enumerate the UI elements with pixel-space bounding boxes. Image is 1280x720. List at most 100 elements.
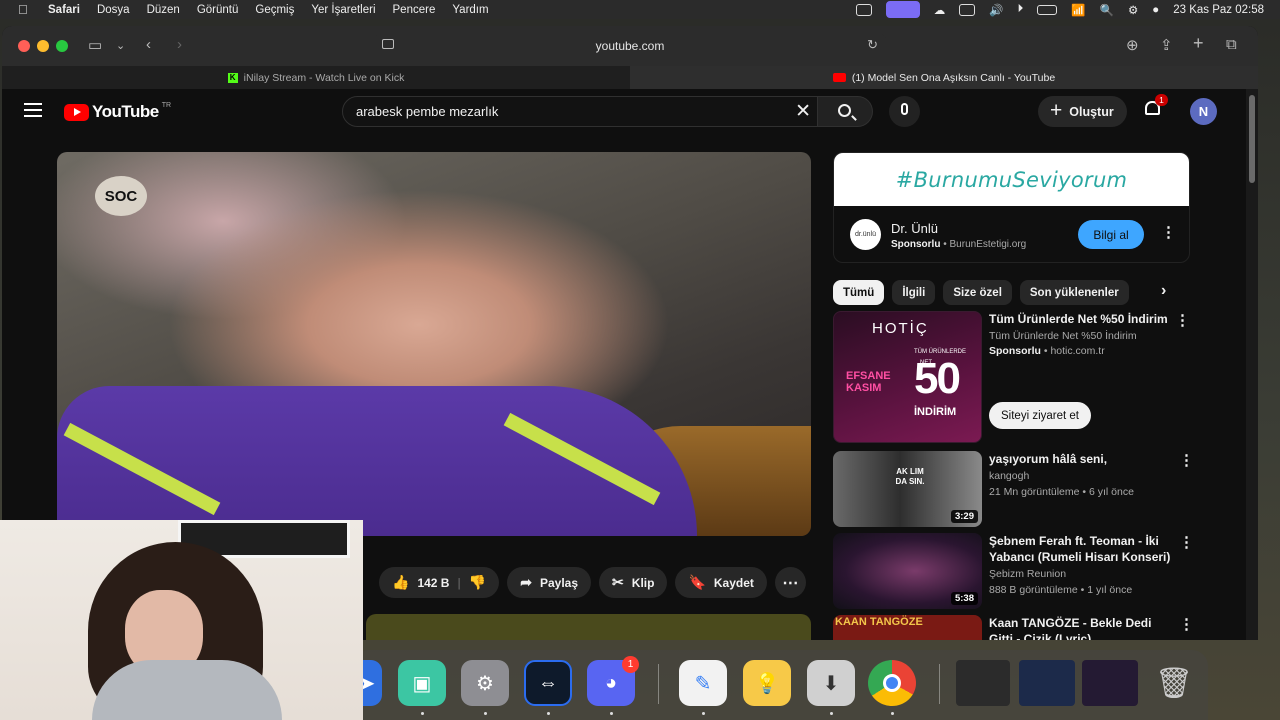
tab-kick[interactable]: K iNilay Stream - Watch Live on Kick (2, 66, 630, 89)
menu-bookmarks[interactable]: Yer İşaretleri (311, 4, 375, 16)
search-button[interactable] (818, 96, 873, 127)
siri-icon[interactable]: ● (1152, 4, 1159, 16)
avatar[interactable]: N (1190, 98, 1217, 125)
list-item[interactable]: KAAN TANGÖZE Kaan TANGÖZE - Bekle Dedi G… (833, 615, 1194, 640)
site-settings-icon[interactable] (382, 39, 394, 49)
channel-name[interactable]: Şebizm Reunion (989, 568, 1066, 580)
minimized-window-thumbnail[interactable] (1019, 660, 1075, 706)
video-title[interactable]: Şebnem Ferah ft. Teoman - İki Yabancı (R… (989, 533, 1177, 565)
learn-more-button[interactable]: Bilgi al (1078, 220, 1144, 249)
list-item[interactable]: AK LIM DA SIN. 3:29 yaşıyorum hâlâ seni,… (833, 451, 1194, 531)
lightbulb-icon[interactable]: 💡 (743, 660, 791, 706)
menu-view[interactable]: Görüntü (197, 4, 239, 16)
clear-search-icon[interactable]: ✕ (795, 100, 811, 123)
share-arrow-icon: ➦ (520, 574, 532, 590)
menu-file[interactable]: Dosya (97, 4, 130, 16)
close-window-button[interactable] (18, 40, 30, 52)
control-center-icon[interactable]: ⚙ (1128, 3, 1138, 17)
minimized-window-thumbnail[interactable] (956, 660, 1010, 706)
chevron-right-icon[interactable]: › (1161, 282, 1166, 300)
installer-icon[interactable]: ⬇ (807, 660, 855, 706)
dock-app-icon[interactable]: ▣ (398, 660, 446, 706)
window-icon[interactable] (855, 3, 872, 16)
ad-banner[interactable]: #BurnumuSeviyorum (834, 153, 1189, 206)
screen-share-icon[interactable] (885, 1, 920, 18)
clip-button[interactable]: ✂ Klip (599, 567, 668, 598)
zoom-window-button[interactable] (56, 40, 68, 52)
tab-youtube[interactable]: (1) Model Sen Ona Aşıksın Canlı - YouTub… (630, 66, 1258, 89)
menu-help[interactable]: Yardım (452, 4, 488, 16)
save-button[interactable]: 🔖 Kaydet (675, 567, 767, 598)
menu-edit[interactable]: Düzen (147, 4, 180, 16)
chevron-down-icon[interactable]: ⌄ (116, 39, 125, 52)
more-options-icon[interactable]: ⋮ (1179, 453, 1194, 468)
minimize-window-button[interactable] (37, 40, 49, 52)
desktop:  Safari Dosya Düzen Görüntü Geçmiş Yer … (0, 0, 1280, 720)
menubar-clock[interactable]: 23 Kas Paz 02:58 (1173, 4, 1264, 16)
menu-history[interactable]: Geçmiş (255, 4, 294, 16)
discord-icon[interactable]: ◕ 1 (587, 656, 639, 706)
voice-search-button[interactable] (889, 96, 920, 127)
tab-overview-icon[interactable]: ⧉ (1226, 36, 1237, 53)
system-settings-icon[interactable]: ⚙ (461, 660, 509, 706)
related-chips: Tümü İlgili Size özel Son yüklenenler (833, 280, 1129, 305)
wifi-icon[interactable]: 📶 (1071, 3, 1085, 17)
channel-watermark: SOC (95, 176, 147, 216)
channel-name[interactable]: kangogh (989, 470, 1029, 482)
more-options-icon[interactable]: ⋮ (1179, 617, 1194, 632)
list-item[interactable]: HOTİÇ EFSANE KASIM TÜM ÜRÜNLERDE NET 50 … (833, 311, 1193, 446)
battery-icon[interactable] (1037, 4, 1058, 15)
play-icon[interactable]: ⏵ (1018, 3, 1024, 16)
chip-for-you[interactable]: Size özel (943, 280, 1012, 305)
chip-recently-uploaded[interactable]: Son yüklenenler (1019, 280, 1129, 305)
keynote-icon[interactable]: ✎ (679, 660, 727, 706)
video-title[interactable]: Kaan TANGÖZE - Bekle Dedi Gitti - Cizik … (989, 615, 1177, 640)
create-button[interactable]: + Oluştur (1038, 96, 1127, 127)
like-button[interactable]: 👍 142 B | 👎 (379, 567, 500, 598)
menu-app-name[interactable]: Safari (48, 4, 80, 16)
reload-icon[interactable]: ↻ (867, 37, 878, 53)
new-tab-icon[interactable]: + (1193, 33, 1204, 54)
more-actions-button[interactable]: ⋯ (774, 567, 806, 598)
chrome-icon[interactable] (868, 660, 916, 706)
spotlight-icon[interactable]: 🔍 (1100, 3, 1114, 17)
thumbs-down-icon[interactable]: 👎 (469, 574, 486, 591)
download-icon[interactable]: ⊕ (1126, 36, 1139, 54)
page-scrollbar[interactable] (1246, 89, 1258, 640)
chrome-center-icon (883, 674, 901, 692)
video-thumbnail[interactable]: KAAN TANGÖZE (833, 615, 982, 640)
youtube-logo[interactable]: YouTube TR (64, 102, 171, 122)
cloud-icon[interactable]: ☁ (934, 3, 946, 17)
sidebar-icon[interactable]: ▭ (88, 36, 102, 54)
more-options-icon[interactable]: ⋮ (1175, 313, 1190, 328)
video-title[interactable]: Tüm Ürünlerde Net %50 İndirim (989, 311, 1177, 327)
more-options-icon[interactable]: ⋮ (1179, 535, 1194, 550)
volume-icon[interactable]: 🔊 (989, 3, 1003, 17)
video-player[interactable]: SOC (57, 152, 811, 536)
apple-icon[interactable]:  (18, 2, 34, 17)
chip-related[interactable]: İlgili (892, 280, 936, 305)
notifications-button[interactable]: 1 (1144, 94, 1168, 118)
display-icon[interactable] (959, 3, 976, 16)
minimized-window-thumbnail[interactable] (1082, 660, 1138, 706)
video-title[interactable]: yaşıyorum hâlâ seni, (989, 451, 1177, 467)
chip-all[interactable]: Tümü (833, 280, 885, 305)
search-input[interactable]: arabesk pembe mezarlık ✕ (342, 96, 818, 127)
ad-options-icon[interactable]: ⋮ (1161, 225, 1176, 240)
sponsored-ad-card[interactable]: #BurnumuSeviyorum dr.ünlü Dr. Ünlü Spons… (833, 152, 1190, 263)
video-thumbnail[interactable]: 5:38 (833, 533, 982, 609)
scrollbar-thumb[interactable] (1249, 95, 1255, 183)
video-thumbnail[interactable]: HOTİÇ EFSANE KASIM TÜM ÜRÜNLERDE NET 50 … (833, 311, 982, 443)
trash-icon[interactable]: 🗑 (1150, 660, 1198, 706)
forward-icon[interactable]: › (177, 36, 182, 53)
video-thumbnail[interactable]: AK LIM DA SIN. 3:29 (833, 451, 982, 527)
share-button[interactable]: ➦ Paylaş (507, 567, 592, 598)
teamviewer-icon[interactable]: ⇔ (524, 660, 572, 706)
share-icon[interactable]: ⇪ (1160, 36, 1173, 54)
list-item[interactable]: 5:38 Şebnem Ferah ft. Teoman - İki Yaban… (833, 533, 1194, 613)
visit-site-button[interactable]: Siteyi ziyaret et (989, 402, 1091, 429)
menu-window[interactable]: Pencere (393, 4, 436, 16)
address-bar[interactable]: youtube.com ↻ (374, 34, 886, 57)
menu-icon[interactable] (24, 103, 42, 121)
back-icon[interactable]: ‹ (146, 36, 151, 53)
